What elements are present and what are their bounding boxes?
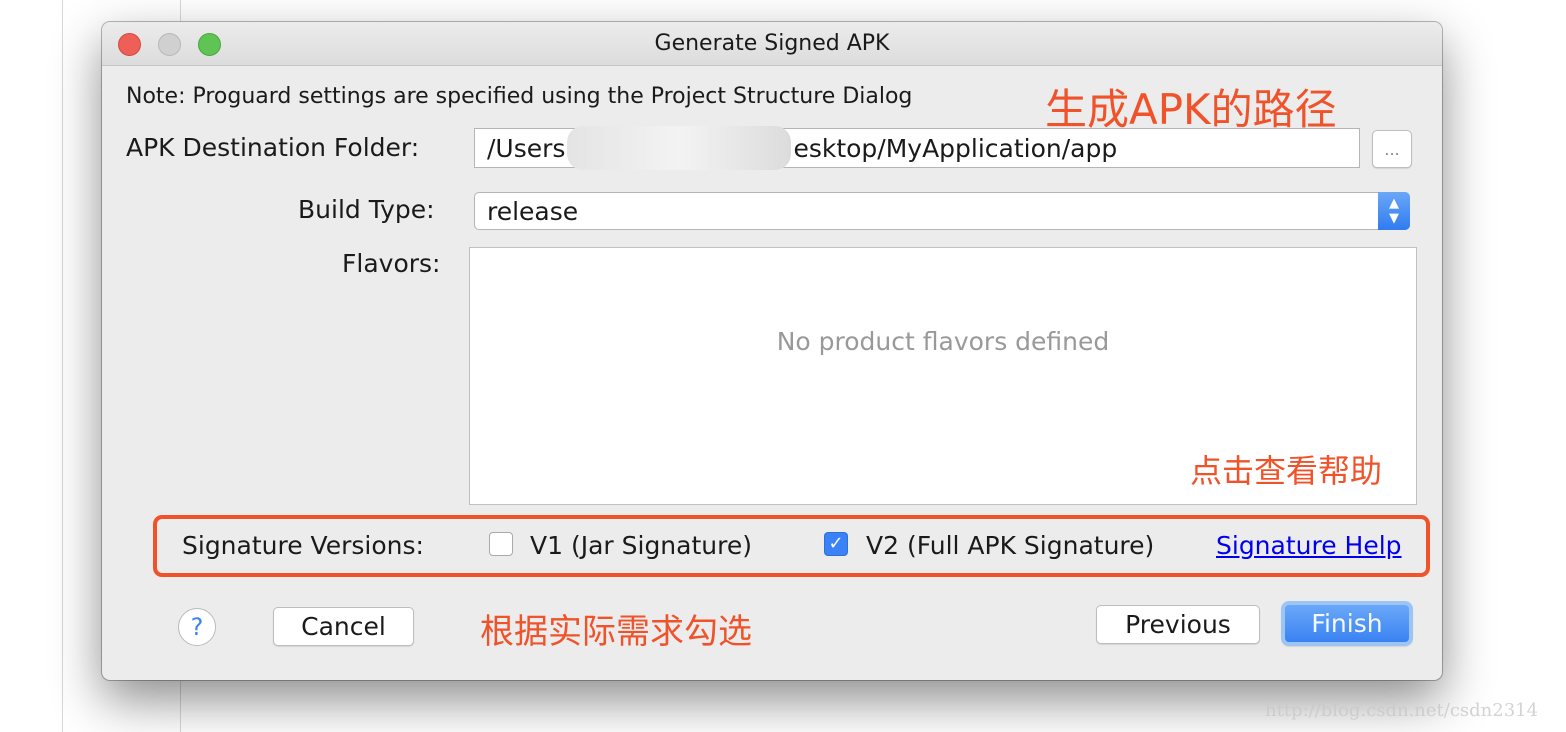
close-button[interactable] xyxy=(118,33,141,56)
watermark: http://blog.csdn.net/csdn2314 xyxy=(1265,700,1539,721)
signature-help-link[interactable]: Signature Help xyxy=(1216,531,1402,560)
finish-button[interactable]: Finish xyxy=(1281,601,1413,646)
help-button[interactable]: ? xyxy=(178,608,216,646)
proguard-note: Note: Proguard settings are specified us… xyxy=(126,84,913,109)
v2-checkbox-checked-icon[interactable]: ✓ xyxy=(824,532,848,556)
build-type-value: release xyxy=(487,196,579,226)
title-bar: Generate Signed APK xyxy=(102,22,1442,66)
v1-checkbox[interactable] xyxy=(489,532,513,556)
annotation-select: 根据实际需求勾选 xyxy=(480,612,752,652)
flavors-empty-text: No product flavors defined xyxy=(776,326,1110,356)
build-type-label: Build Type: xyxy=(298,195,435,224)
signature-versions-label: Signature Versions: xyxy=(182,531,424,560)
flavors-label: Flavors: xyxy=(342,249,441,278)
destination-value-prefix: /Users xyxy=(487,133,566,163)
previous-button[interactable]: Previous xyxy=(1096,605,1260,644)
minimize-button[interactable] xyxy=(158,33,181,56)
browse-button[interactable]: ... xyxy=(1372,130,1412,168)
v1-label: V1 (Jar Signature) xyxy=(530,531,752,560)
cancel-button[interactable]: Cancel xyxy=(273,607,414,646)
destination-label: APK Destination Folder: xyxy=(126,133,420,162)
build-type-select[interactable]: release ▲ ▼ xyxy=(474,192,1410,230)
v2-label: V2 (Full APK Signature) xyxy=(866,531,1155,560)
zoom-button[interactable] xyxy=(198,33,221,56)
window-title: Generate Signed APK xyxy=(654,31,890,56)
background-divider xyxy=(62,0,63,732)
destination-value-suffix: esktop/MyApplication/app xyxy=(793,133,1118,163)
redacted-blur xyxy=(567,126,792,170)
annotation-help: 点击查看帮助 xyxy=(1190,452,1383,490)
chevron-updown-icon: ▲ ▼ xyxy=(1378,192,1410,230)
annotation-path: 生成APK的路径 xyxy=(1045,85,1337,134)
